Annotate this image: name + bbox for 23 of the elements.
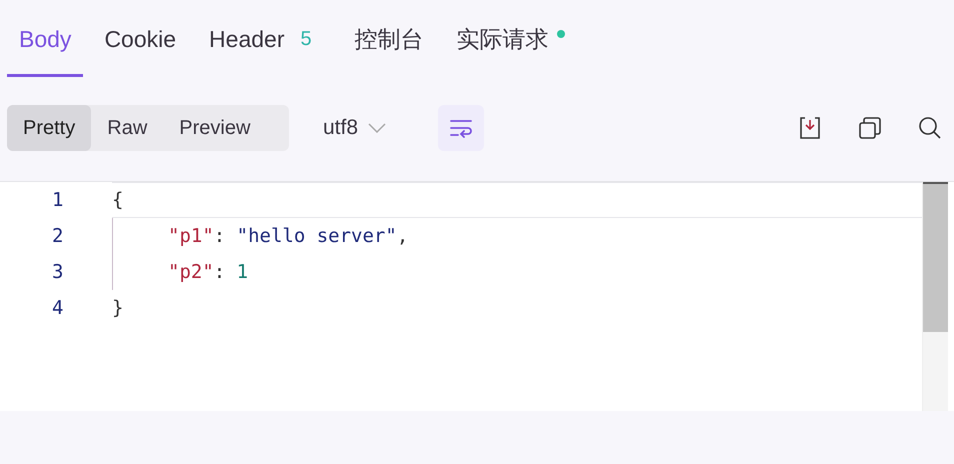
- tab[interactable]: Header: [197, 22, 296, 77]
- header-count: 5: [300, 26, 312, 52]
- tab[interactable]: 实际请求: [444, 22, 561, 77]
- line-number: 3: [51, 260, 64, 285]
- search-icon[interactable]: [918, 116, 942, 140]
- tab[interactable]: 控制台: [342, 22, 436, 77]
- download-icon[interactable]: [798, 116, 822, 140]
- tab[interactable]: Cookie: [92, 22, 188, 77]
- encoding-dropdown[interactable]: utf8: [323, 112, 386, 144]
- scrollbar[interactable]: [922, 182, 948, 411]
- view-mode-tab[interactable]: Preview: [163, 105, 266, 151]
- code-line: {: [112, 182, 922, 218]
- copy-icon[interactable]: [858, 116, 882, 140]
- wrap-lines-icon: [449, 118, 474, 138]
- chevron-down-icon: [368, 123, 386, 133]
- view-mode-tab[interactable]: Pretty: [7, 105, 92, 151]
- wrap-toggle[interactable]: [438, 105, 484, 151]
- line-number: 2: [51, 224, 64, 249]
- line-number: 4: [51, 296, 64, 321]
- tab[interactable]: Body: [7, 22, 84, 77]
- line-number: 1: [51, 188, 64, 213]
- code-line: }: [112, 296, 124, 321]
- view-mode-tab[interactable]: Raw: [91, 105, 164, 151]
